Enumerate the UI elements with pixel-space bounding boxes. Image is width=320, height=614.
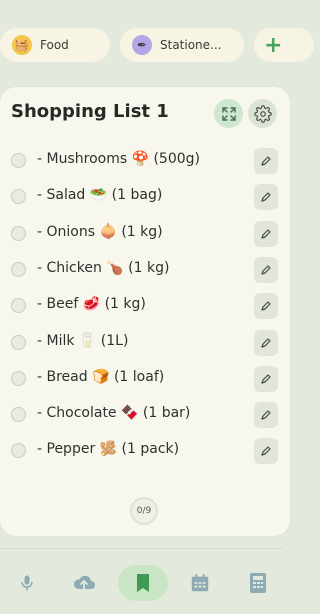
item-text: - Mushrooms 🍄 (500g) (37, 151, 200, 167)
edit-item-button[interactable] (254, 256, 278, 283)
item-text: - Chicken 🍗 (1 kg) (37, 259, 170, 276)
edit-item-button[interactable] (254, 293, 278, 320)
category-chip-stationery[interactable]: ✒ Statione... (120, 28, 244, 62)
item-text: - Onions 🧅 (1 kg) (37, 223, 163, 240)
list-item: - Chicken 🍗 (1 kg) (0, 255, 290, 285)
nav-calendar[interactable] (182, 565, 218, 601)
pen-icon: ✒ (132, 35, 152, 55)
pencil-icon (261, 265, 271, 275)
item-checkbox[interactable] (11, 407, 26, 423)
edit-item-button[interactable] (254, 402, 278, 429)
calendar-icon (191, 573, 209, 592)
item-checkbox[interactable] (11, 370, 26, 386)
category-label: Food (40, 38, 69, 52)
pencil-icon (261, 446, 271, 456)
item-checkbox[interactable] (11, 334, 26, 350)
expand-icon (221, 106, 236, 121)
pencil-icon (261, 374, 271, 384)
item-text: - Beef 🥩 (1 kg) (37, 296, 146, 313)
item-text: - Salad 🥗 (1 bag) (37, 187, 163, 204)
item-text: - Milk 🥛 (1L) (37, 332, 129, 349)
category-chip-food[interactable]: 🧺 Food (0, 28, 110, 62)
item-checkbox[interactable] (11, 298, 26, 314)
list-item: - Mushrooms 🍄 (500g) (0, 146, 290, 176)
pencil-icon (261, 156, 271, 166)
shopping-list-card: Shopping List 1 - Mushrooms 🍄 (500g) - Sa… (0, 87, 290, 536)
item-text: - Bread 🍞 (1 loaf) (37, 368, 165, 385)
category-chips: 🧺 Food ✒ Statione... + (0, 28, 314, 62)
pencil-icon (261, 192, 271, 202)
bookmark-icon (137, 574, 149, 592)
gear-icon (253, 104, 272, 123)
expand-button[interactable] (214, 99, 243, 128)
category-label: Statione... (160, 38, 222, 52)
pencil-icon (261, 337, 271, 348)
list-title: Shopping List 1 (11, 101, 169, 122)
add-category-button[interactable]: + (254, 28, 314, 62)
nav-upload[interactable] (66, 565, 102, 601)
pencil-icon (261, 410, 271, 420)
list-item: - Chocolate 🍫 (1 bar) (0, 400, 290, 430)
edit-item-button[interactable] (254, 329, 278, 356)
item-text: - Chocolate 🍫 (1 bar) (37, 405, 191, 422)
edit-item-button[interactable] (254, 184, 278, 211)
edit-item-button[interactable] (254, 365, 278, 392)
pencil-icon (261, 301, 271, 311)
list-item: - Beef 🥩 (1 kg) (0, 291, 290, 321)
list-item: - Bread 🍞 (1 loaf) (0, 364, 290, 394)
item-text: - Pepper 🫚 (1 pack) (37, 441, 180, 458)
settings-button[interactable] (248, 99, 277, 128)
item-checkbox[interactable] (11, 443, 26, 459)
list-item: - Milk 🥛 (1L) (0, 328, 290, 358)
plus-icon: + (264, 32, 283, 58)
microphone-icon (21, 575, 33, 591)
item-checkbox[interactable] (11, 189, 26, 205)
nav-lists[interactable] (118, 565, 168, 601)
basket-icon: 🧺 (12, 35, 32, 55)
item-checkbox[interactable] (11, 261, 26, 277)
list-item: - Onions 🧅 (1 kg) (0, 219, 290, 249)
progress-indicator: 0/9 (130, 497, 158, 525)
pencil-icon (261, 228, 271, 239)
edit-item-button[interactable] (254, 148, 278, 174)
bottom-navigation (0, 548, 283, 614)
edit-item-button[interactable] (254, 438, 278, 465)
nav-calculator[interactable] (240, 565, 276, 601)
item-checkbox[interactable] (11, 225, 26, 241)
list-item: - Salad 🥗 (1 bag) (0, 182, 290, 212)
list-item: - Pepper 🫚 (1 pack) (0, 436, 290, 466)
cloud-upload-icon (73, 575, 95, 590)
edit-item-button[interactable] (254, 220, 278, 247)
calculator-icon (250, 573, 266, 593)
nav-voice[interactable] (9, 565, 45, 601)
item-checkbox[interactable] (11, 153, 26, 168)
